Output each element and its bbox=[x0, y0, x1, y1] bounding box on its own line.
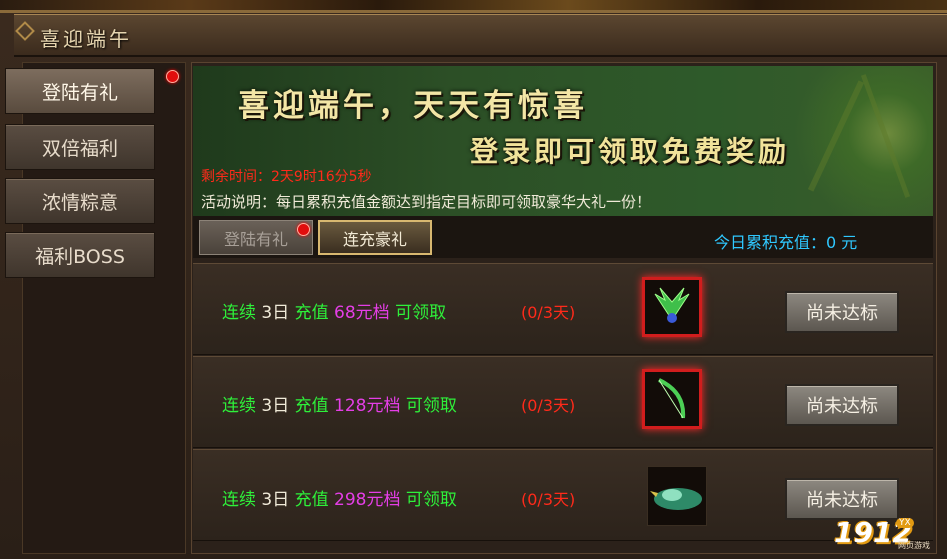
condition-suffix: 可领取 bbox=[400, 490, 457, 510]
condition-days: 3日 bbox=[261, 396, 290, 416]
today-recharge: 今日累积充值：0 元 bbox=[714, 229, 857, 253]
sidebar-item-zongzi[interactable]: 浓情粽意 bbox=[5, 178, 155, 224]
wing-item-icon[interactable] bbox=[642, 277, 702, 337]
condition-mid: 充值 bbox=[289, 396, 335, 416]
event-description: 活动说明：每日累积充值金额达到指定目标即可领取豪华大礼一份！ bbox=[201, 193, 652, 211]
bow-item-icon[interactable] bbox=[642, 369, 702, 429]
sidebar-item-label: 登陆有礼 bbox=[41, 81, 118, 104]
reward-condition: 连续 3日 充值 298元档 可领取 bbox=[222, 485, 457, 510]
reward-condition: 连续 3日 充值 128元档 可领取 bbox=[222, 391, 457, 416]
sidebar-item-double-welfare[interactable]: 双倍福利 bbox=[5, 124, 155, 170]
claim-button[interactable]: 尚未达标 bbox=[785, 384, 899, 426]
sidebar-item-login-gift[interactable]: 登陆有礼 bbox=[5, 68, 155, 114]
notification-dot-icon bbox=[297, 223, 310, 236]
claim-button[interactable]: 尚未达标 bbox=[785, 291, 899, 333]
today-recharge-unit: 元 bbox=[836, 233, 858, 252]
bow-item-graphic bbox=[658, 378, 686, 419]
today-recharge-value: 0 bbox=[826, 233, 837, 252]
condition-mid: 充值 bbox=[289, 490, 335, 510]
condition-prefix: 连续 bbox=[222, 303, 262, 323]
notification-dot-icon bbox=[166, 70, 179, 83]
logo-caption: 网页游戏 bbox=[898, 541, 930, 550]
condition-days: 3日 bbox=[261, 490, 290, 510]
countdown-timer: 剩余时间：2天9时16分5秒 bbox=[201, 169, 372, 185]
reward-progress: (0/3天) bbox=[521, 490, 576, 509]
claim-button[interactable]: 尚未达标 bbox=[785, 478, 899, 520]
logo-badge: YX bbox=[896, 518, 914, 528]
condition-prefix: 连续 bbox=[222, 490, 262, 510]
tab-login-gift[interactable]: 登陆有礼 bbox=[199, 220, 313, 255]
condition-days: 3日 bbox=[261, 303, 290, 323]
today-recharge-label: 今日累积充值： bbox=[714, 233, 827, 252]
reward-progress: (0/3天) bbox=[521, 396, 576, 415]
mount-item-graphic bbox=[650, 488, 702, 510]
condition-tier: 298元档 bbox=[334, 490, 401, 510]
title-bar bbox=[14, 14, 947, 57]
reward-condition: 连续 3日 充值 68元档 可领取 bbox=[222, 298, 446, 323]
tab-label: 连充豪礼 bbox=[342, 229, 407, 249]
tab-consecutive-recharge[interactable]: 连充豪礼 bbox=[318, 220, 432, 255]
banner-subheadline: 登录即可领取免费奖励 bbox=[470, 135, 791, 168]
sidebar-item-label: 双倍福利 bbox=[41, 137, 118, 160]
condition-mid: 充值 bbox=[289, 303, 335, 323]
window-title: 喜迎端午 bbox=[40, 27, 132, 51]
condition-suffix: 可领取 bbox=[389, 303, 447, 323]
mount-item-icon[interactable] bbox=[647, 466, 707, 526]
condition-suffix: 可领取 bbox=[400, 396, 457, 416]
sidebar-item-label: 浓情粽意 bbox=[41, 191, 118, 214]
condition-tier: 68元档 bbox=[334, 303, 390, 323]
banner-headline: 喜迎端午，天天有惊喜 bbox=[238, 88, 588, 124]
sidebar-item-label: 福利BOSS bbox=[35, 245, 125, 268]
condition-prefix: 连续 bbox=[222, 396, 262, 416]
wing-item-graphic bbox=[654, 287, 690, 323]
reward-progress: (0/3天) bbox=[521, 303, 576, 322]
tab-label: 登陆有礼 bbox=[223, 229, 288, 249]
sidebar-item-welfare-boss[interactable]: 福利BOSS bbox=[5, 232, 155, 278]
condition-tier: 128元档 bbox=[334, 396, 401, 416]
